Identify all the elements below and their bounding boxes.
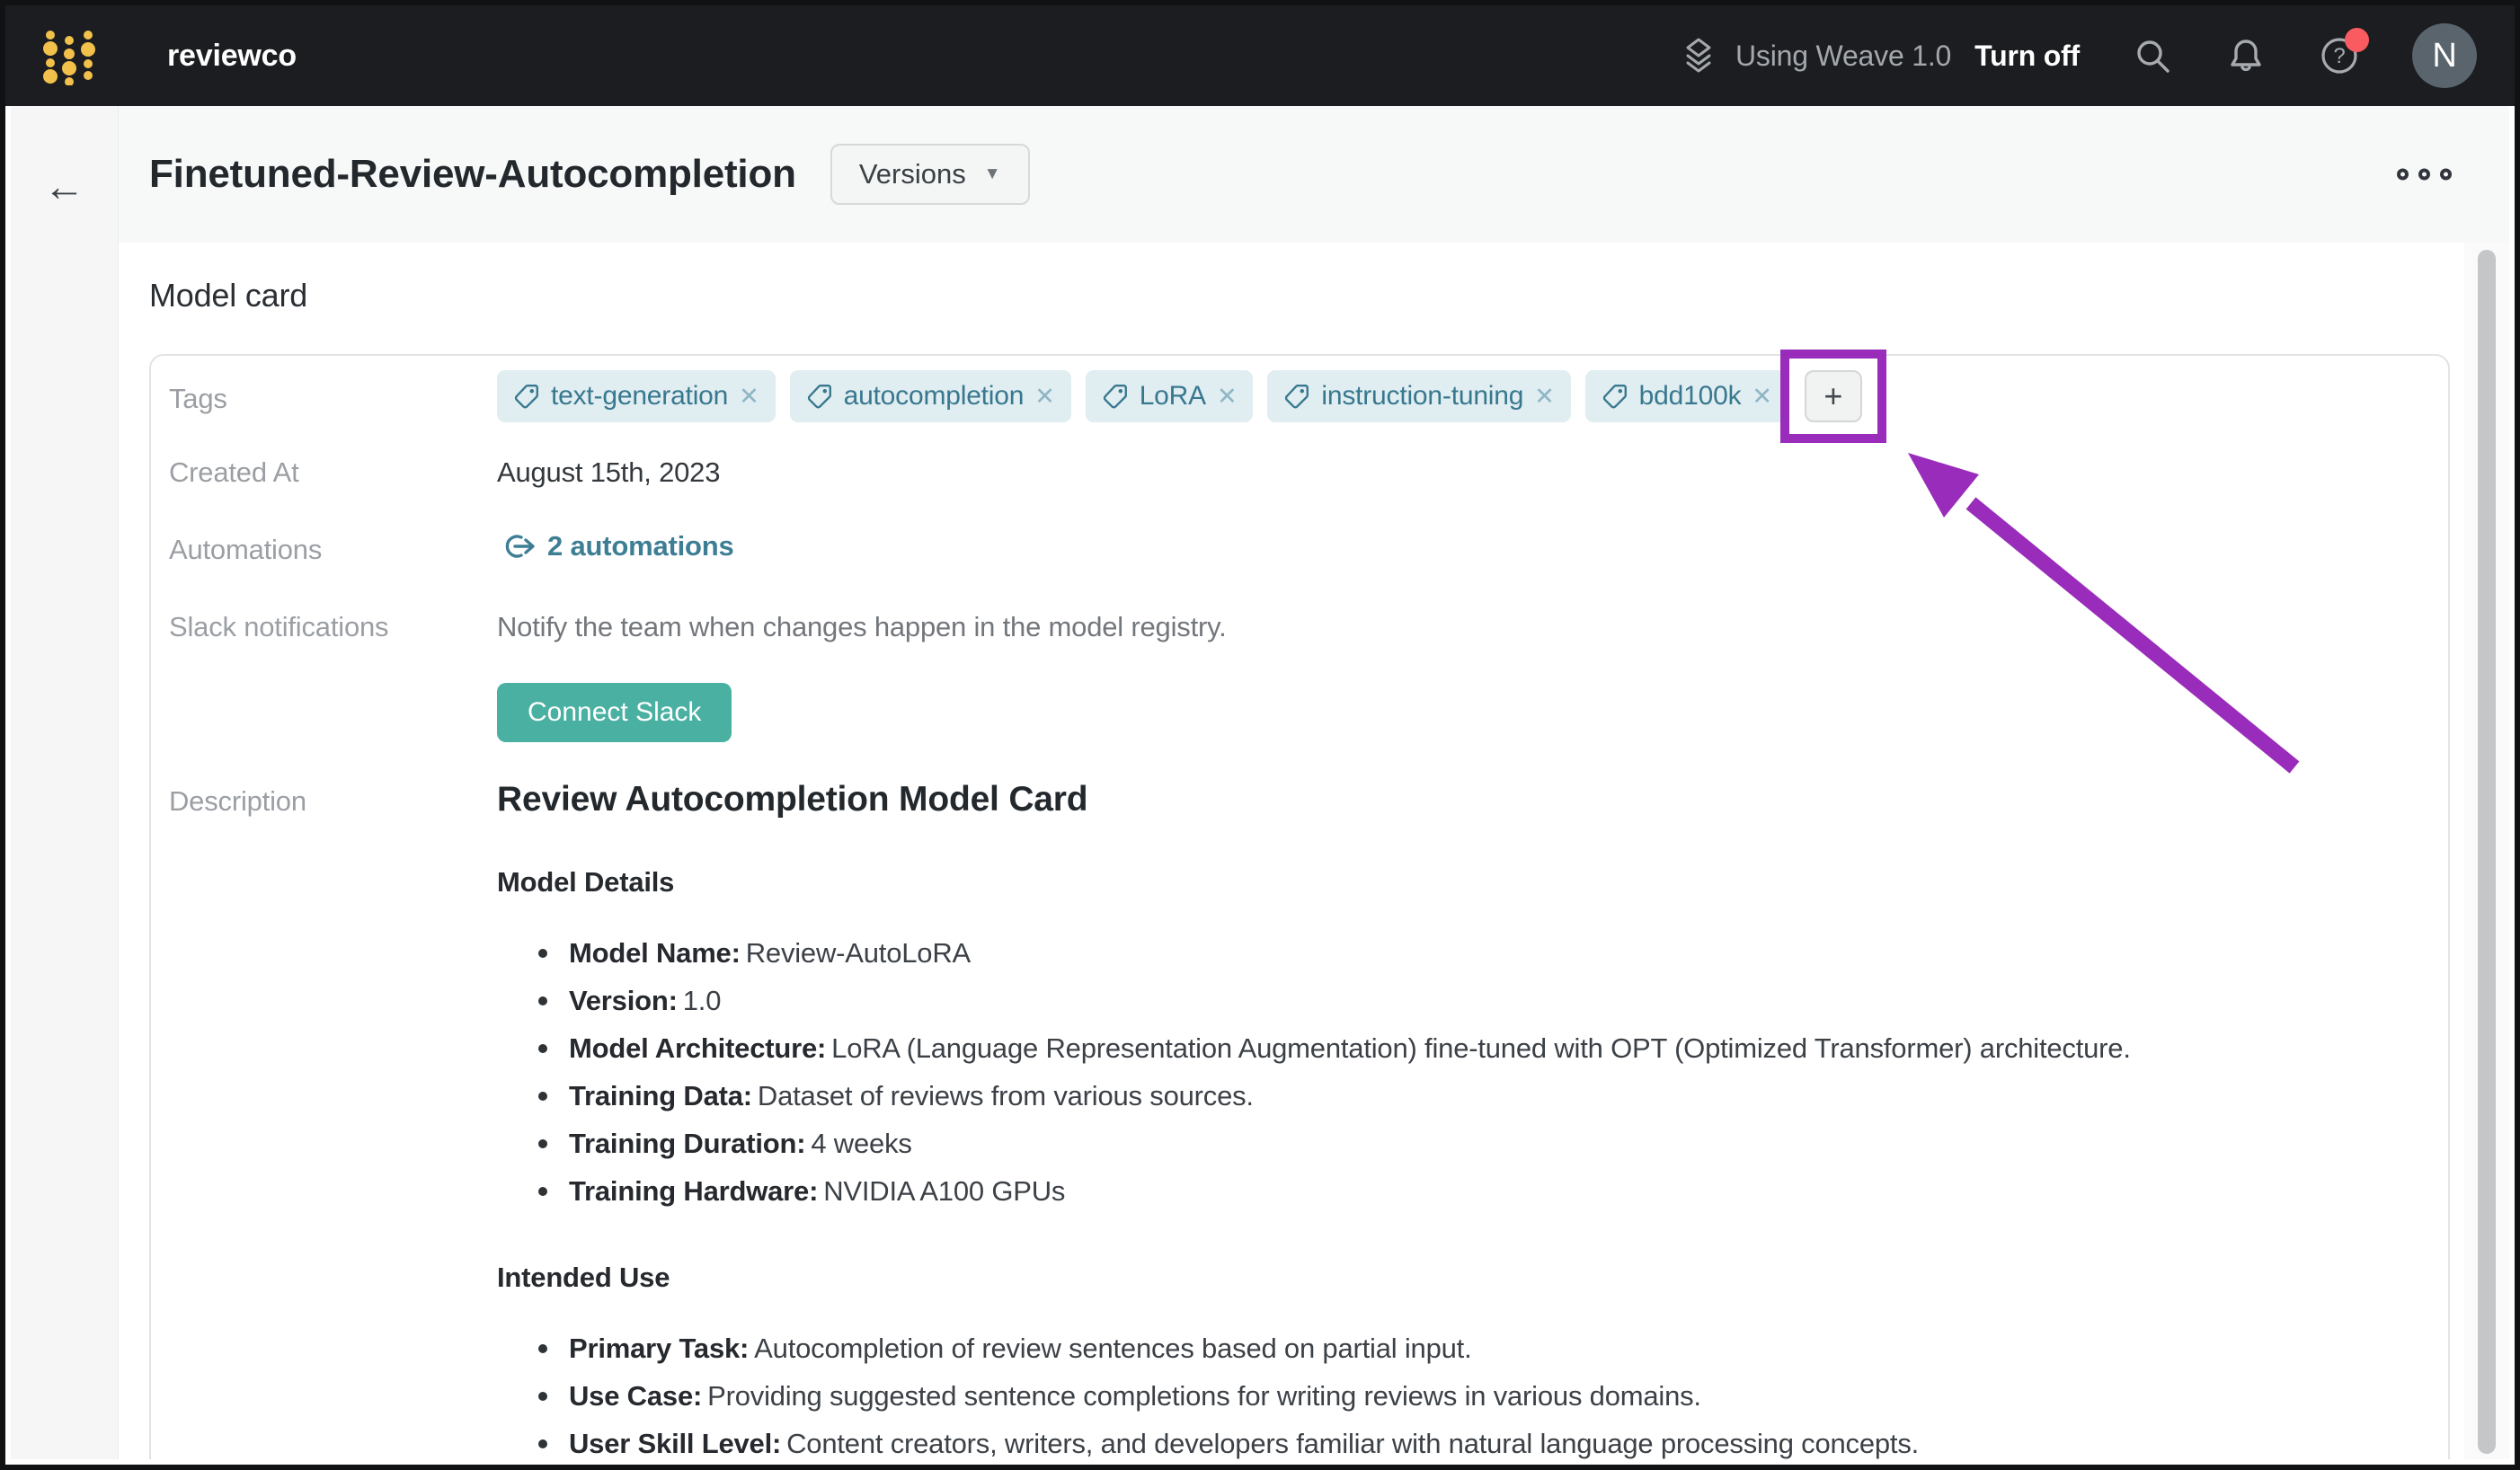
- list-item: Model Name:Review-AutoLoRA: [537, 929, 2427, 977]
- overflow-dot-icon: [2397, 169, 2409, 181]
- description-label: Description: [169, 775, 497, 818]
- search-icon[interactable]: [2132, 35, 2173, 76]
- page-header: Finetuned-Review-Autocompletion Versions…: [119, 106, 2509, 243]
- add-tag-wrap: +: [1805, 370, 1862, 422]
- list-item: Version:1.0: [537, 977, 2427, 1024]
- tag-icon: [513, 383, 540, 410]
- slack-row: Slack notifications Notify the team when…: [169, 600, 2427, 742]
- overflow-dot-icon: [2418, 169, 2430, 181]
- chevron-down-icon: ▼: [984, 164, 1001, 184]
- tag-icon: [1102, 383, 1129, 410]
- description-title: Review Autocompletion Model Card: [497, 780, 2427, 819]
- remove-tag-icon[interactable]: ✕: [1217, 385, 1237, 409]
- remove-tag-icon[interactable]: ✕: [1034, 385, 1054, 409]
- list-item: Training Data:Dataset of reviews from va…: [537, 1072, 2427, 1120]
- top-navbar: reviewco Using Weave 1.0 Turn off: [5, 5, 2515, 106]
- tag-icon: [1283, 383, 1310, 410]
- remove-tag-icon[interactable]: ✕: [739, 385, 759, 409]
- remove-tag-icon[interactable]: ✕: [1534, 385, 1554, 409]
- remove-tag-icon[interactable]: ✕: [1752, 385, 1771, 409]
- overflow-dot-icon: [2440, 169, 2452, 181]
- list-item: Training Duration:4 weeks: [537, 1120, 2427, 1167]
- list-item: Model Architecture:LoRA (Language Repres…: [537, 1024, 2427, 1072]
- automations-row: Automations 2 automations: [169, 523, 2427, 566]
- description-content: Review Autocompletion Model Card Model D…: [497, 775, 2427, 1459]
- model-card-heading: Model card: [149, 277, 2464, 314]
- notification-dot: [2345, 28, 2369, 52]
- user-avatar[interactable]: N: [2412, 23, 2477, 88]
- weave-status-label: Using Weave 1.0: [1735, 40, 1951, 73]
- tag-label: LoRA: [1140, 381, 1206, 412]
- svg-text:?: ?: [2333, 44, 2345, 68]
- tag-label: instruction-tuning: [1321, 381, 1523, 412]
- list-item: Training Hardware:NVIDIA A100 GPUs: [537, 1167, 2427, 1215]
- description-row: Description Review Autocompletion Model …: [169, 775, 2427, 1459]
- overflow-menu-button[interactable]: [2391, 164, 2457, 186]
- scrollbar-thumb[interactable]: [2478, 250, 2496, 1454]
- left-rail: ←: [11, 106, 119, 1459]
- automations-link-label: 2 automations: [547, 530, 734, 562]
- tags-row: Tags text-generation ✕: [169, 370, 2427, 422]
- created-at-row: Created At August 15th, 2023: [169, 446, 2427, 489]
- notifications-bell-icon[interactable]: [2225, 35, 2267, 76]
- slack-description: Notify the team when changes happen in t…: [497, 600, 2427, 643]
- versions-label: Versions: [859, 158, 966, 190]
- model-details-list: Model Name:Review-AutoLoRA Version:1.0 M…: [497, 929, 2427, 1215]
- tag-pill: instruction-tuning ✕: [1267, 370, 1570, 422]
- add-tag-button[interactable]: +: [1805, 370, 1862, 422]
- intended-use-heading: Intended Use: [497, 1262, 2427, 1294]
- tags-list: text-generation ✕ autocompletion ✕: [497, 370, 2427, 422]
- created-at-label: Created At: [169, 446, 497, 489]
- navbar-actions: Using Weave 1.0 Turn off ? N: [1678, 23, 2477, 88]
- app-window: reviewco Using Weave 1.0 Turn off: [0, 0, 2520, 1470]
- automations-label: Automations: [169, 523, 497, 566]
- tag-label: bdd100k: [1639, 381, 1742, 412]
- automations-link[interactable]: 2 automations: [497, 523, 734, 562]
- model-card-panel: Tags text-generation ✕: [149, 354, 2450, 1459]
- intended-use-list: Primary Task:Autocompletion of review se…: [497, 1324, 2427, 1459]
- automation-icon: [497, 531, 537, 562]
- company-logo-icon[interactable]: [40, 26, 99, 85]
- tag-icon: [806, 383, 833, 410]
- tag-label: text-generation: [551, 381, 728, 412]
- back-button[interactable]: ←: [38, 158, 92, 212]
- tag-icon: [1602, 383, 1628, 410]
- tag-pill: bdd100k ✕: [1585, 370, 1788, 422]
- tags-label: Tags: [169, 370, 497, 415]
- help-button[interactable]: ?: [2319, 35, 2360, 76]
- list-item: User Skill Level:Content creators, write…: [537, 1420, 2427, 1459]
- page-title: Finetuned-Review-Autocompletion: [149, 152, 796, 197]
- weave-status-group: Using Weave 1.0 Turn off: [1678, 35, 2080, 76]
- list-item: Use Case:Providing suggested sentence co…: [537, 1372, 2427, 1420]
- slack-label: Slack notifications: [169, 600, 497, 643]
- tag-label: autocompletion: [844, 381, 1025, 412]
- scrollbar-track: [2464, 243, 2509, 1459]
- main-content: Model card Tags text-generation ✕: [119, 243, 2464, 1459]
- list-item: Primary Task:Autocompletion of review se…: [537, 1324, 2427, 1372]
- created-at-value: August 15th, 2023: [497, 446, 2427, 489]
- weave-turn-off-button[interactable]: Turn off: [1974, 40, 2080, 73]
- workspace-name: reviewco: [167, 39, 297, 74]
- connect-slack-button[interactable]: Connect Slack: [497, 683, 732, 742]
- tag-pill: LoRA ✕: [1086, 370, 1254, 422]
- model-details-heading: Model Details: [497, 866, 2427, 899]
- tag-pill: text-generation ✕: [497, 370, 776, 422]
- tag-pill: autocompletion ✕: [790, 370, 1071, 422]
- versions-dropdown[interactable]: Versions ▼: [830, 144, 1030, 205]
- weave-layers-icon: [1678, 35, 1719, 76]
